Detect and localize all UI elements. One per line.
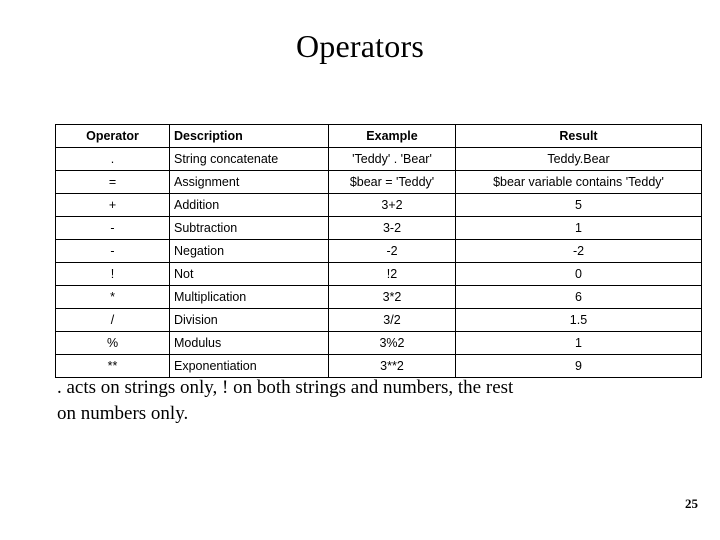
table-row: ! Not !2 0	[55, 262, 702, 286]
cell-example: 3*2	[328, 285, 456, 309]
cell-operator: -	[55, 216, 170, 240]
cell-example: !2	[328, 262, 456, 286]
cell-operator: %	[55, 331, 170, 355]
cell-result: $bear variable contains 'Teddy'	[455, 170, 702, 194]
column-header-example: Example	[328, 124, 456, 148]
footnote-line-1: . acts on strings only, ! on both string…	[57, 377, 514, 398]
table-header: Operator Description Example Result	[55, 124, 702, 148]
cell-operator: *	[55, 285, 170, 309]
cell-result: 1	[455, 331, 702, 355]
table-row: - Subtraction 3-2 1	[55, 216, 702, 240]
table-row: + Addition 3+2 5	[55, 193, 702, 217]
table-row: * Multiplication 3*2 6	[55, 285, 702, 309]
operators-table-container: Operator Description Example Result . St…	[55, 124, 702, 378]
cell-operator: =	[55, 170, 170, 194]
cell-operator: .	[55, 147, 170, 171]
cell-description: Multiplication	[169, 285, 329, 309]
cell-result: -2	[455, 239, 702, 263]
cell-example: -2	[328, 239, 456, 263]
table-body: . String concatenate 'Teddy' . 'Bear' Te…	[55, 147, 702, 378]
table-header-row: Operator Description Example Result	[55, 124, 702, 148]
cell-result: 1.5	[455, 308, 702, 332]
table-row: - Negation -2 -2	[55, 239, 702, 263]
cell-example: $bear = 'Teddy'	[328, 170, 456, 194]
cell-description: Subtraction	[169, 216, 329, 240]
page-number: 25	[685, 496, 698, 511]
column-header-description: Description	[169, 124, 329, 148]
page-title: Operators	[296, 28, 424, 64]
footnote-line-2: on numbers only.	[57, 403, 189, 424]
cell-example: 'Teddy' . 'Bear'	[328, 147, 456, 171]
cell-result: 0	[455, 262, 702, 286]
table-row: . String concatenate 'Teddy' . 'Bear' Te…	[55, 147, 702, 171]
column-header-result: Result	[455, 124, 702, 148]
cell-example: 3%2	[328, 331, 456, 355]
table-row: / Division 3/2 1.5	[55, 308, 702, 332]
cell-operator: !	[55, 262, 170, 286]
cell-description: String concatenate	[169, 147, 329, 171]
cell-example: 3-2	[328, 216, 456, 240]
table-row: = Assignment $bear = 'Teddy' $bear varia…	[55, 170, 702, 194]
cell-description: Modulus	[169, 331, 329, 355]
cell-result: 6	[455, 285, 702, 309]
cell-description: Division	[169, 308, 329, 332]
cell-description: Not	[169, 262, 329, 286]
cell-example: 3/2	[328, 308, 456, 332]
cell-operator: /	[55, 308, 170, 332]
cell-description: Assignment	[169, 170, 329, 194]
footnote: . acts on strings only, ! on both string…	[57, 375, 667, 427]
cell-result: Teddy.Bear	[455, 147, 702, 171]
cell-operator: -	[55, 239, 170, 263]
cell-operator: +	[55, 193, 170, 217]
cell-result: 1	[455, 216, 702, 240]
column-header-operator: Operator	[55, 124, 170, 148]
operators-table: Operator Description Example Result . St…	[55, 124, 702, 378]
cell-description: Addition	[169, 193, 329, 217]
slide: Operators Operator Description Example R…	[0, 0, 720, 540]
cell-result: 5	[455, 193, 702, 217]
cell-description: Negation	[169, 239, 329, 263]
table-row: % Modulus 3%2 1	[55, 331, 702, 355]
cell-example: 3+2	[328, 193, 456, 217]
